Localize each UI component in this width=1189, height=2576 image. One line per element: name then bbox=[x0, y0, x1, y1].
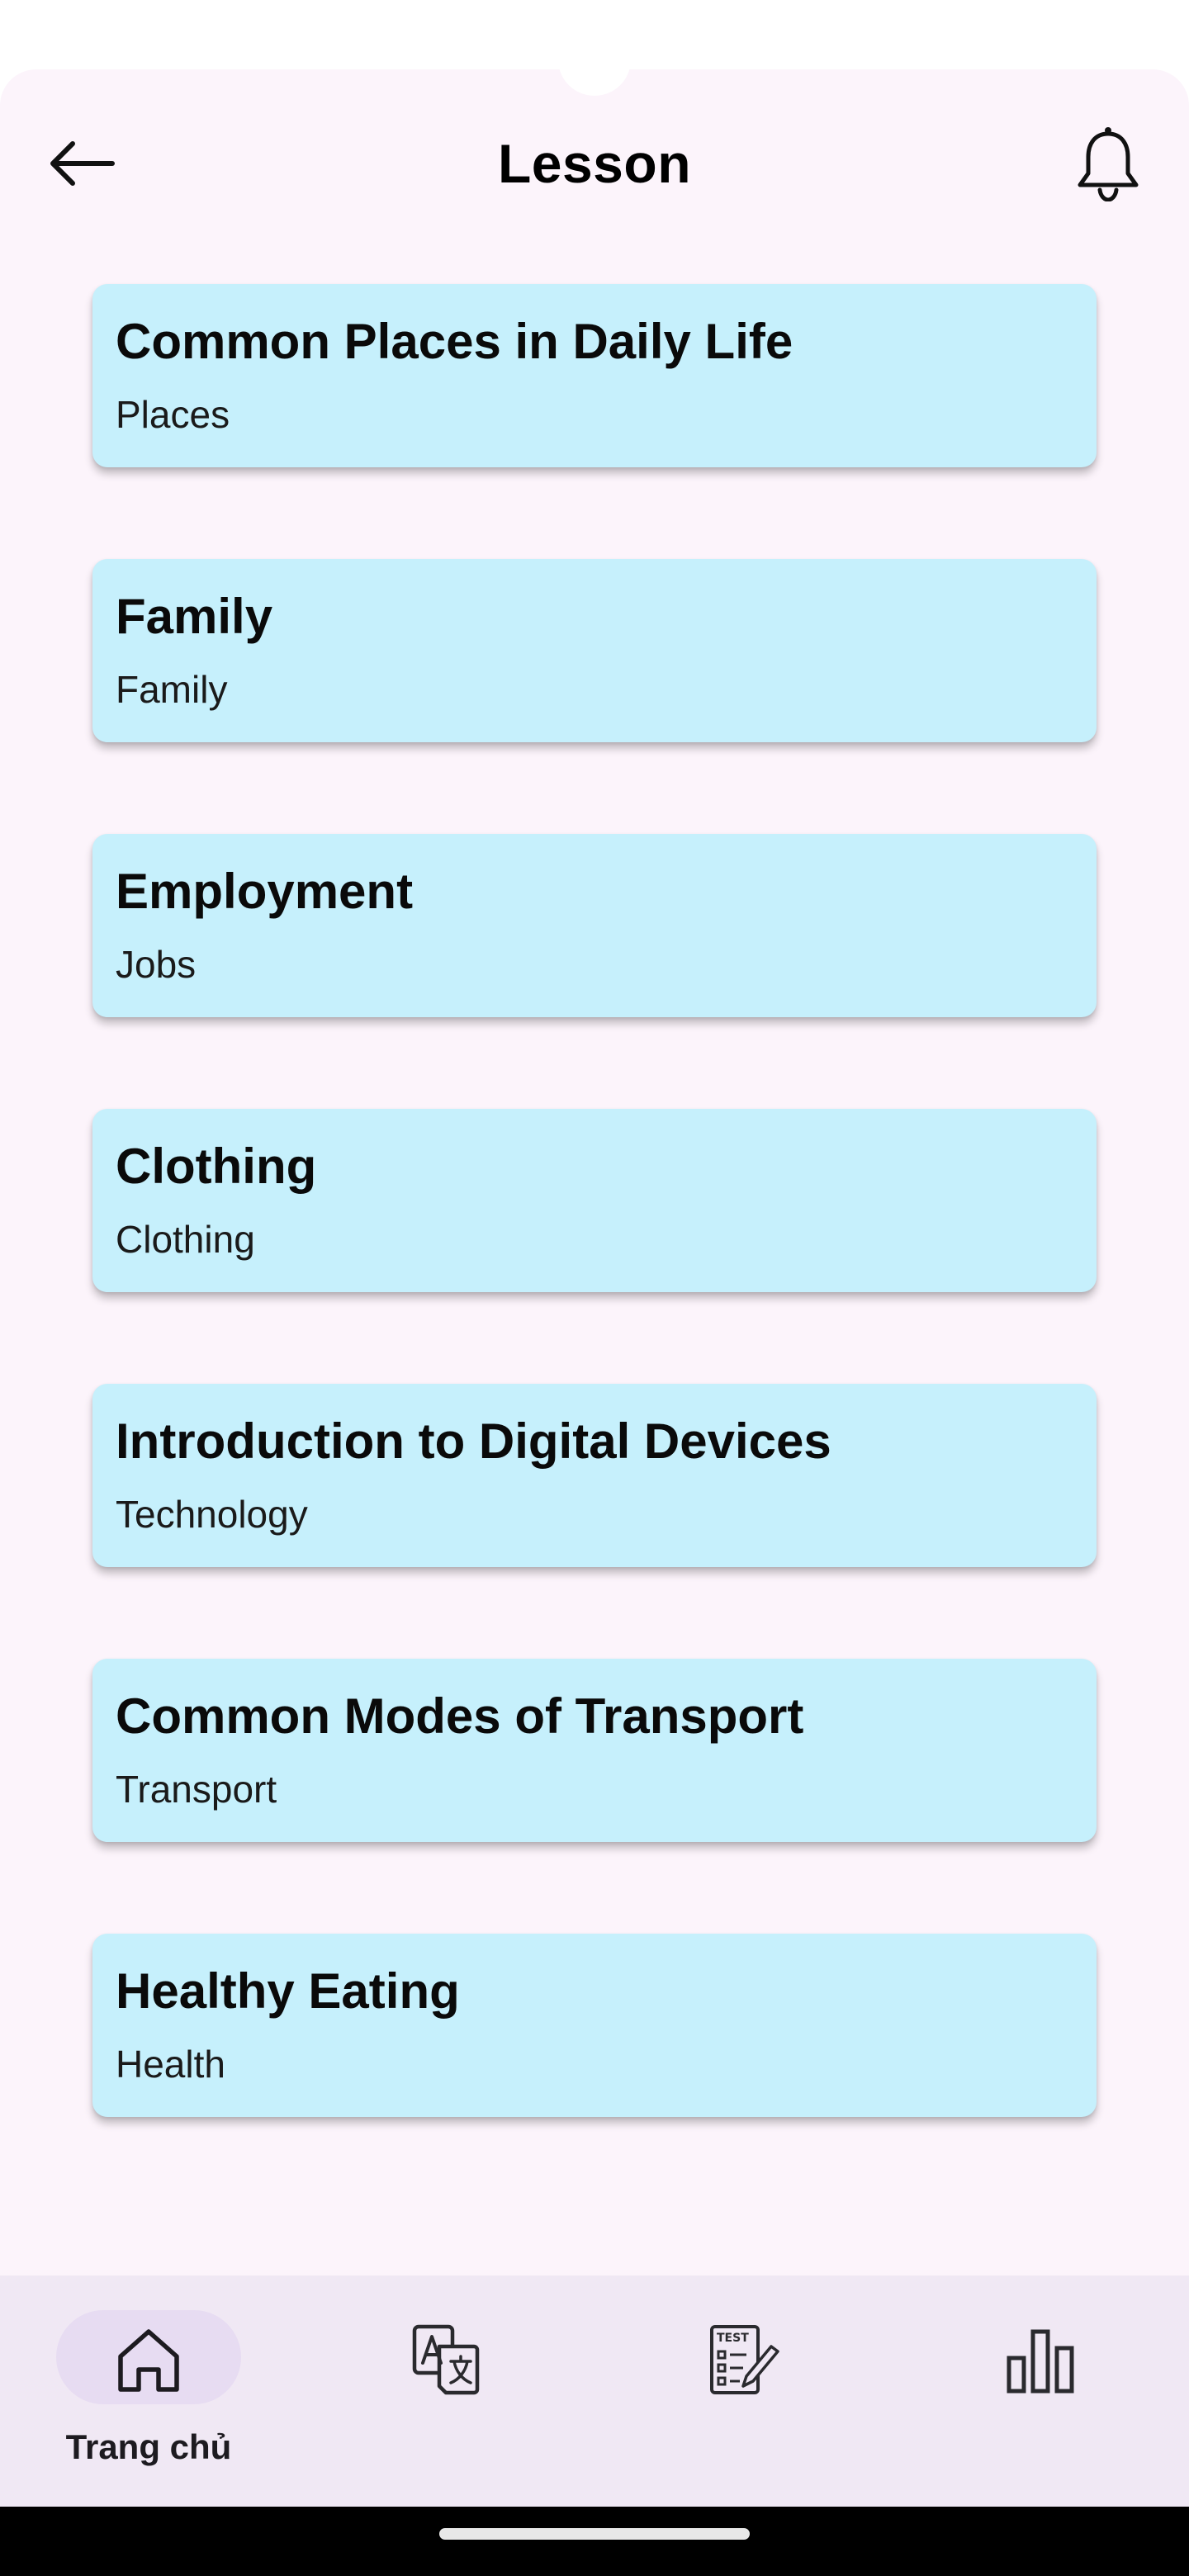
system-navigation-bar bbox=[0, 2507, 1189, 2576]
lesson-title: Clothing bbox=[116, 1139, 317, 1194]
nav-item-test[interactable]: TEST bbox=[594, 2275, 892, 2507]
lesson-subtitle: Clothing bbox=[116, 1218, 255, 1261]
nav-item-home[interactable]: Trang chủ bbox=[0, 2275, 297, 2507]
nav-item-statistics[interactable] bbox=[892, 2275, 1189, 2507]
lesson-card[interactable]: Family Family bbox=[92, 559, 1097, 742]
test-icon: TEST bbox=[702, 2318, 784, 2401]
lesson-title: Employment bbox=[116, 864, 414, 919]
lesson-title: Healthy Eating bbox=[116, 1963, 460, 2019]
lesson-title: Common Modes of Transport bbox=[116, 1688, 804, 1744]
lesson-card[interactable]: Employment Jobs bbox=[92, 834, 1097, 1017]
bottom-navigation: Trang chủ TEST bbox=[0, 2275, 1189, 2507]
svg-text:TEST: TEST bbox=[717, 2332, 749, 2345]
notification-button[interactable] bbox=[1059, 114, 1158, 213]
lesson-card[interactable]: Common Modes of Transport Transport bbox=[92, 1659, 1097, 1842]
lesson-card[interactable]: Common Places in Daily Life Places bbox=[92, 284, 1097, 467]
translate-icon bbox=[405, 2318, 487, 2401]
bar-chart-icon bbox=[999, 2318, 1082, 2401]
home-icon bbox=[107, 2318, 190, 2401]
lesson-subtitle: Health bbox=[116, 2043, 225, 2086]
nav-item-translate[interactable] bbox=[297, 2275, 594, 2507]
lesson-card[interactable]: Clothing Clothing bbox=[92, 1109, 1097, 1292]
lesson-list: Common Places in Daily Life Places Famil… bbox=[92, 284, 1097, 2209]
lesson-title: Introduction to Digital Devices bbox=[116, 1413, 831, 1469]
top-app-bar: Lesson bbox=[0, 69, 1189, 251]
lesson-subtitle: Family bbox=[116, 668, 228, 711]
app-screen: Lesson Common Places in Daily Life Place… bbox=[0, 69, 1189, 2275]
lesson-card[interactable]: Introduction to Digital Devices Technolo… bbox=[92, 1384, 1097, 1567]
lesson-card[interactable]: Healthy Eating Health bbox=[92, 1934, 1097, 2117]
lesson-title: Common Places in Daily Life bbox=[116, 314, 793, 369]
lesson-subtitle: Places bbox=[116, 393, 230, 436]
lesson-subtitle: Transport bbox=[116, 1768, 277, 1811]
bell-icon bbox=[1078, 127, 1139, 201]
lesson-subtitle: Technology bbox=[116, 1493, 308, 1536]
home-gesture-handle[interactable] bbox=[439, 2528, 750, 2540]
lesson-title: Family bbox=[116, 589, 273, 644]
page-title: Lesson bbox=[497, 133, 692, 194]
lesson-subtitle: Jobs bbox=[116, 943, 197, 986]
nav-label-home: Trang chủ bbox=[65, 2427, 232, 2466]
